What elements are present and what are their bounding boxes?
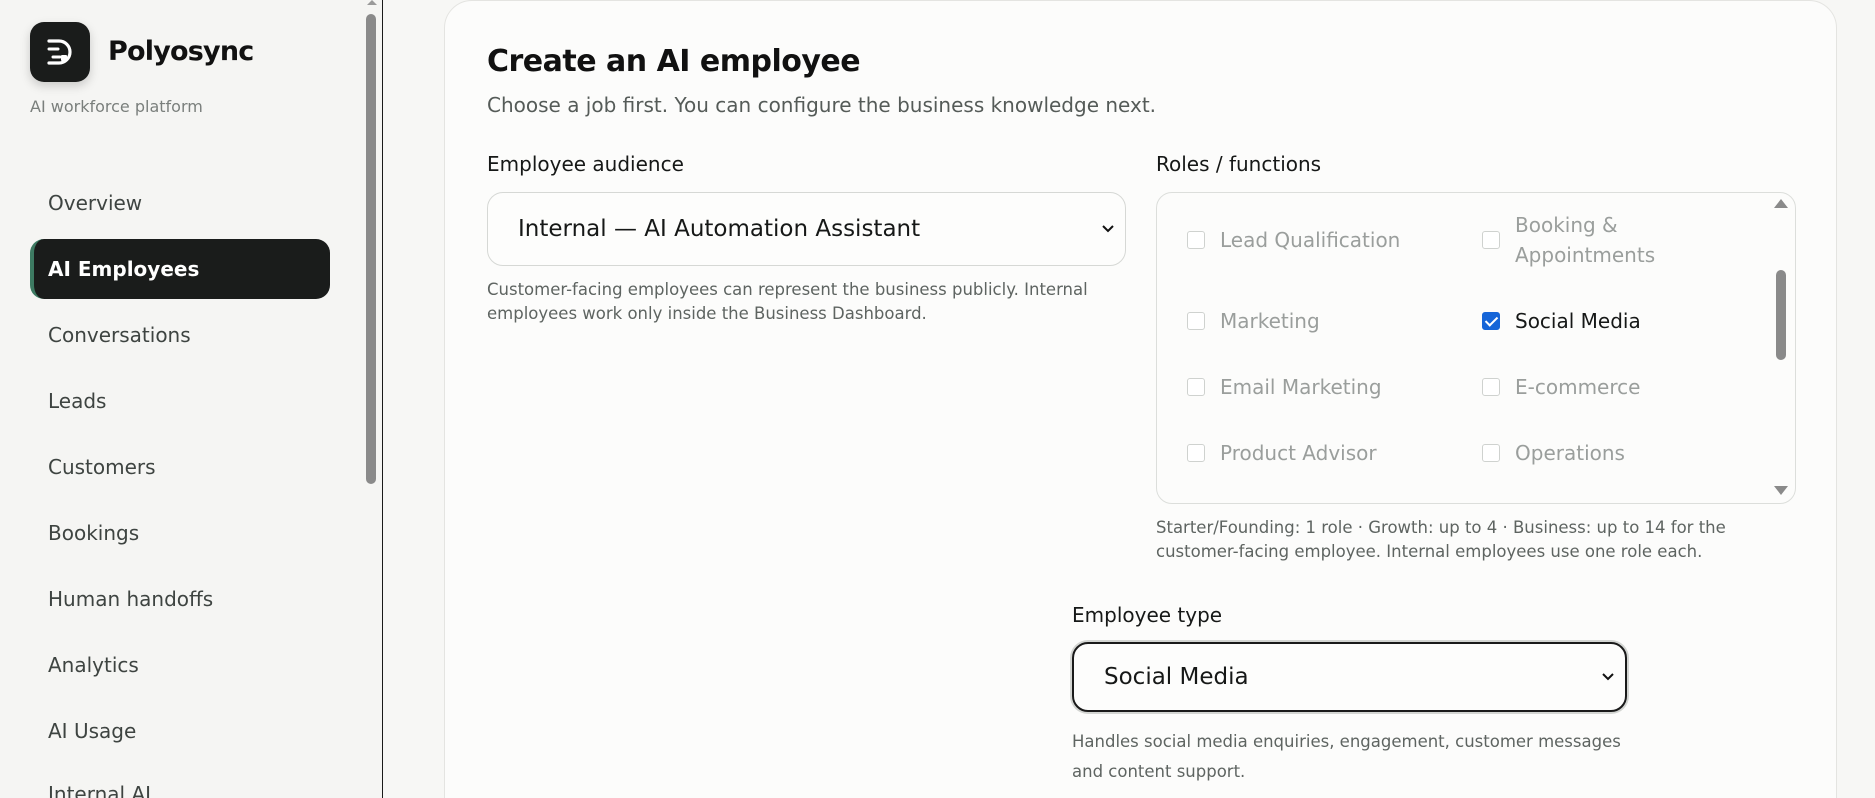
sidebar-item-label: Internal AI bbox=[48, 782, 152, 798]
sidebar-item-customers[interactable]: Customers bbox=[30, 437, 330, 497]
chevron-down-icon bbox=[1602, 673, 1614, 681]
brand-name: Polyosync bbox=[108, 36, 254, 67]
sidebar-item-label: Human handoffs bbox=[48, 587, 214, 611]
employee-type-selected-value: Social Media bbox=[1104, 664, 1249, 690]
role-checkbox[interactable] bbox=[1187, 378, 1205, 396]
role-label: E-commerce bbox=[1515, 375, 1641, 399]
role-label: Lead Qualification bbox=[1220, 228, 1401, 252]
polyosync-logo-icon[interactable] bbox=[30, 22, 90, 82]
roles-help-text: Starter/Founding: 1 role · Growth: up to… bbox=[1156, 518, 1726, 561]
sidebar-item-label: Overview bbox=[48, 191, 143, 215]
role-lead-qualification[interactable]: Lead Qualification bbox=[1187, 225, 1400, 255]
employee-type-help-text: Handles social media enquiries, engageme… bbox=[1072, 732, 1621, 781]
role-label: Product Advisor bbox=[1220, 441, 1377, 465]
page-subtitle: Choose a job first. You can configure th… bbox=[487, 93, 1157, 117]
sidebar-item-internal-ai[interactable]: Internal AI bbox=[30, 782, 330, 798]
role-email-marketing[interactable]: Email Marketing bbox=[1187, 372, 1382, 402]
role-marketing[interactable]: Marketing bbox=[1187, 306, 1320, 336]
sidebar-item-bookings[interactable]: Bookings bbox=[30, 503, 330, 563]
scrollbar-thumb[interactable] bbox=[366, 14, 376, 484]
sidebar-item-analytics[interactable]: Analytics bbox=[30, 635, 330, 695]
role-checkbox[interactable] bbox=[1187, 231, 1205, 249]
sidebar-item-label: Analytics bbox=[48, 653, 139, 677]
role-checkbox-checked[interactable] bbox=[1482, 312, 1500, 330]
sidebar-item-ai-usage[interactable]: AI Usage bbox=[30, 701, 330, 761]
employee-type-label: Employee type bbox=[1072, 603, 1223, 627]
audience-select[interactable]: Internal — AI Automation Assistant bbox=[487, 192, 1126, 266]
role-checkbox[interactable] bbox=[1482, 378, 1500, 396]
scroll-up-arrow-icon[interactable] bbox=[367, 0, 377, 5]
page-title: Create an AI employee bbox=[487, 44, 861, 79]
role-checkbox[interactable] bbox=[1482, 444, 1500, 462]
role-label: Operations bbox=[1515, 441, 1625, 465]
employee-type-select[interactable]: Social Media bbox=[1072, 642, 1627, 712]
sidebar-item-ai-employees[interactable]: AI Employees bbox=[30, 239, 330, 299]
roles-label: Roles / functions bbox=[1156, 152, 1322, 176]
sidebar-item-leads[interactable]: Leads bbox=[30, 371, 330, 431]
audience-selected-value: Internal — AI Automation Assistant bbox=[518, 216, 921, 242]
sidebar-item-label: AI Usage bbox=[48, 719, 137, 743]
sidebar-item-label: Bookings bbox=[48, 521, 140, 545]
chevron-down-icon bbox=[1102, 225, 1114, 233]
role-operations[interactable]: Operations bbox=[1482, 438, 1625, 468]
audience-label: Employee audience bbox=[487, 152, 684, 176]
role-label: Social Media bbox=[1515, 309, 1641, 333]
sidebar-item-conversations[interactable]: Conversations bbox=[30, 305, 330, 365]
sidebar-scrollbar[interactable] bbox=[364, 0, 378, 798]
role-social-media[interactable]: Social Media bbox=[1482, 306, 1641, 336]
role-booking-appointments[interactable]: Booking & Appointments bbox=[1482, 210, 1682, 270]
role-checkbox[interactable] bbox=[1187, 312, 1205, 330]
role-label: Booking & Appointments bbox=[1515, 213, 1656, 267]
role-checkbox[interactable] bbox=[1482, 231, 1500, 249]
sidebar-item-label: Conversations bbox=[48, 323, 191, 347]
sidebar-item-label: AI Employees bbox=[48, 257, 200, 281]
role-label: Email Marketing bbox=[1220, 375, 1382, 399]
role-e-commerce[interactable]: E-commerce bbox=[1482, 372, 1640, 402]
sidebar-item-overview[interactable]: Overview bbox=[30, 173, 330, 233]
role-product-advisor[interactable]: Product Advisor bbox=[1187, 438, 1377, 468]
audience-help-text: Customer-facing employees can represent … bbox=[487, 280, 1088, 323]
roles-scrollbar-thumb[interactable] bbox=[1776, 270, 1786, 360]
roles-scroll-up-icon[interactable] bbox=[1774, 199, 1788, 208]
roles-scroll-down-icon[interactable] bbox=[1774, 486, 1788, 495]
sidebar-item-human-handoffs[interactable]: Human handoffs bbox=[30, 569, 330, 629]
sidebar-item-label: Customers bbox=[48, 455, 156, 479]
sidebar: Polyosync AI workforce platform Overview… bbox=[0, 0, 383, 798]
role-label: Marketing bbox=[1220, 309, 1320, 333]
role-checkbox[interactable] bbox=[1187, 444, 1205, 462]
sidebar-item-label: Leads bbox=[48, 389, 107, 413]
brand-tagline: AI workforce platform bbox=[30, 97, 203, 116]
